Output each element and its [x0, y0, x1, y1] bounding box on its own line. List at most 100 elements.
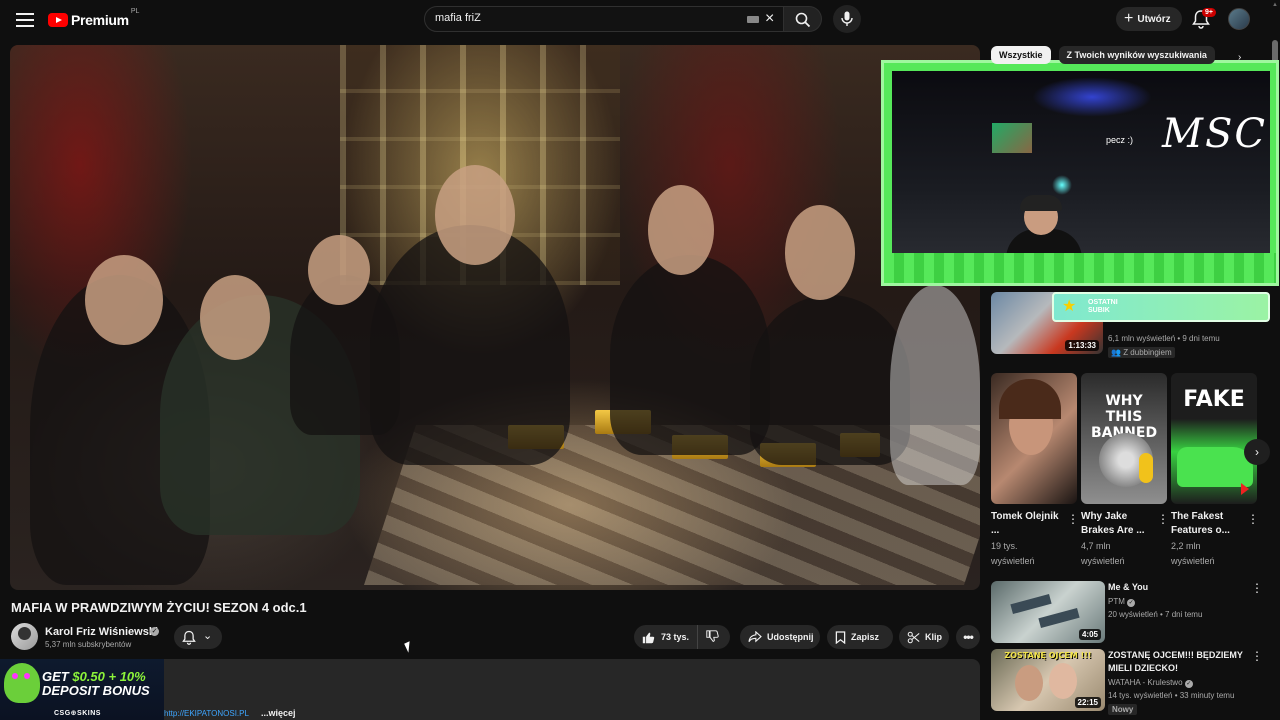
search-box[interactable]: mafia friZ ×	[424, 6, 784, 32]
video-title: MAFIA W PRAWDZIWYM ŻYCIU! SEZON 4 odc.1	[11, 600, 307, 615]
duration-badge: 1:13:33	[1065, 340, 1099, 351]
shelf-next-button[interactable]: ›	[1244, 439, 1270, 465]
like-button[interactable]: 73 tys.	[634, 625, 698, 649]
ad-brand: CSG⊕SKINS	[54, 710, 101, 717]
more-actions-icon[interactable]: ⋮	[1157, 513, 1169, 525]
shelf-card[interactable]: Tomek Olejnik ... 19 tys. wyświetleń ⋮	[991, 373, 1079, 569]
shelf-card[interactable]: FAKE The Fakest Features o... 2,2 mln wyś…	[1171, 373, 1259, 569]
microphone-icon	[841, 11, 853, 26]
person-face	[435, 165, 515, 265]
duration-badge: 4:05	[1078, 629, 1101, 640]
bell-icon	[182, 630, 196, 645]
share-button[interactable]: Udostępnij	[740, 625, 820, 649]
subscription-notifications-button[interactable]: ⌄	[174, 625, 222, 649]
thumbnail-text: ZOSTANĘ OJCEM !!!	[1004, 651, 1092, 660]
stream-logo-text: MSC	[1162, 111, 1267, 157]
shelf-card[interactable]: WHY THIS BANNED Why Jake Brakes Are ... …	[1081, 373, 1169, 569]
rec-meta: 20 wyświetleń • 7 dni temu	[1108, 610, 1203, 619]
person-face	[200, 275, 270, 360]
youtube-play-icon	[48, 13, 68, 27]
chip-all[interactable]: Wszystkie	[991, 46, 1051, 64]
chip-from-search[interactable]: Z Twoich wyników wyszukiwania	[1058, 46, 1215, 64]
duration-badge: 22:15	[1074, 697, 1101, 708]
menu-icon[interactable]	[14, 10, 36, 30]
voice-search-button[interactable]	[833, 5, 861, 33]
person-face	[85, 255, 163, 345]
bookmark-icon	[835, 630, 846, 644]
more-actions-icon[interactable]: ⋮	[1251, 581, 1263, 595]
verified-icon: ✓	[1184, 680, 1193, 688]
ad-subheadline: DEPOSIT BONUS	[42, 683, 150, 698]
shelf-meta: 19 tys. wyświetleń	[991, 541, 1035, 566]
clear-search-icon[interactable]: ×	[765, 11, 779, 27]
share-label: Udostępnij	[767, 632, 814, 642]
clip-button[interactable]: Klip	[899, 625, 949, 649]
search-input[interactable]: mafia friZ	[435, 12, 481, 24]
youtube-premium-logo[interactable]: Premium PL	[48, 8, 140, 30]
save-button[interactable]: Zapisz	[827, 625, 893, 649]
create-label: Utwórz	[1137, 13, 1171, 25]
thumbnail-text: FAKE	[1183, 387, 1245, 412]
last-sub-label: OSTATNI SUBIK	[1088, 299, 1118, 314]
stream-blue-light	[1032, 77, 1152, 117]
channel-name[interactable]: Karol Friz Wiśniewski	[45, 626, 158, 638]
more-actions-icon[interactable]: ⋮	[1247, 513, 1259, 525]
create-button[interactable]: + Utwórz	[1116, 7, 1182, 31]
dislike-button[interactable]	[698, 625, 730, 649]
person-silhouette	[750, 295, 910, 465]
verified-icon: ✓	[1127, 599, 1136, 607]
star-icon: ★	[1062, 298, 1077, 315]
scroll-up-arrow[interactable]: ▲	[1272, 2, 1278, 8]
more-actions-button[interactable]: •••	[956, 625, 980, 649]
chips-next-icon[interactable]: ›	[1238, 52, 1241, 63]
account-avatar[interactable]	[1228, 8, 1250, 30]
keyboard-icon[interactable]	[747, 16, 759, 23]
plus-icon: +	[1124, 10, 1134, 27]
person-face	[648, 185, 714, 275]
logo-text: Premium	[71, 12, 129, 28]
like-count: 73 tys.	[661, 632, 690, 642]
stream-webcam: pecz :) MSC	[892, 71, 1270, 269]
shelf-title[interactable]: The Fakest Features o...	[1171, 510, 1245, 538]
first-rec-meta: 6,1 mln wyświetleń • 9 dni temu	[1108, 334, 1220, 343]
logo-country: PL	[130, 8, 140, 15]
scissors-icon	[907, 631, 920, 643]
rec-channel[interactable]: PTM ✓	[1108, 597, 1136, 607]
shelf-thumbnail[interactable]: WHY THIS BANNED	[1081, 373, 1167, 504]
rec-channel[interactable]: WATAHA - Krulestwo ✓	[1108, 678, 1193, 688]
rec-thumbnail[interactable]: 4:05	[991, 581, 1105, 643]
related-chips: Wszystkie Z Twoich wyników wyszukiwania	[991, 46, 1215, 66]
shelf-thumbnail[interactable]: FAKE	[1171, 373, 1257, 504]
more-actions-icon[interactable]: ⋮	[1251, 649, 1263, 663]
thumbs-down-icon	[706, 630, 719, 642]
list-item[interactable]: 4:05 Me & You PTM ✓ 20 wyświetleń • 7 dn…	[991, 581, 1271, 643]
video-player[interactable]	[10, 45, 980, 590]
description-ad-banner[interactable]: GET $0.50 + 10% DEPOSIT BONUS CSG⊕SKINS	[0, 659, 164, 720]
dubbing-badge: 👥 Z dubbingiem	[1108, 347, 1175, 358]
clip-label: Klip	[925, 632, 942, 642]
new-badge: Nowy	[1108, 704, 1138, 715]
subscriber-count: 5,37 mln subskrybentów	[45, 640, 132, 649]
ad-headline: GET $0.50 + 10%	[42, 669, 146, 684]
shelf-title[interactable]: Tomek Olejnik ...	[991, 510, 1065, 538]
like-dislike-group: 73 tys.	[634, 625, 730, 649]
search-icon	[795, 12, 811, 28]
shelf-meta: 4,7 mln wyświetleń	[1081, 541, 1125, 566]
description-link[interactable]: http://EKIPATONOSI.PL	[164, 709, 249, 718]
rec-title[interactable]: Me & You	[1108, 581, 1258, 594]
search-button[interactable]	[784, 6, 822, 32]
more-actions-icon[interactable]: ⋮	[1067, 513, 1079, 525]
person-silhouette	[890, 285, 980, 485]
person-silhouette	[610, 255, 770, 455]
channel-avatar[interactable]	[11, 623, 38, 650]
rec-meta: 14 tys. wyświetleń • 33 minuty temu	[1108, 691, 1235, 700]
rec-title[interactable]: ZOSTANĘ OJCEM!!! BĘDZIEMY MIELI DZIECKO!	[1108, 649, 1258, 675]
shelf-title[interactable]: Why Jake Brakes Are ...	[1081, 510, 1155, 538]
monster-mascot-icon	[4, 663, 40, 703]
notification-badge: 9+	[1202, 8, 1216, 17]
rec-thumbnail[interactable]: ZOSTANĘ OJCEM !!! 22:15	[991, 649, 1105, 711]
list-item[interactable]: ZOSTANĘ OJCEM !!! 22:15 ZOSTANĘ OJCEM!!!…	[991, 649, 1271, 715]
masthead: Premium PL mafia friZ × + Utwórz 9+	[0, 0, 1280, 40]
shelf-thumbnail[interactable]	[991, 373, 1077, 504]
show-more-button[interactable]: ...więcej	[261, 708, 296, 718]
